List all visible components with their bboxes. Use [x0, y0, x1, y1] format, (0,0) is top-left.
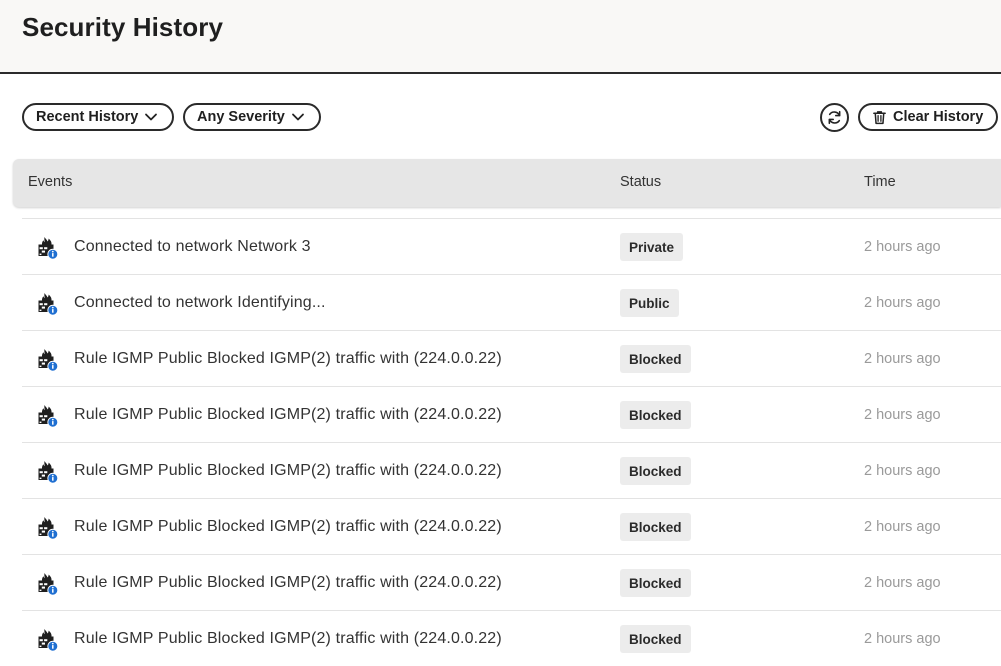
page-title: Security History — [22, 12, 224, 42]
refresh-icon — [828, 110, 841, 125]
severity-dropdown[interactable]: Any Severity — [183, 103, 321, 131]
event-description: Rule IGMP Public Blocked IGMP(2) traffic… — [74, 518, 502, 535]
table-row[interactable]: Rule IGMP Public Blocked IGMP(2) traffic… — [22, 554, 1001, 610]
recent-history-label: Recent History — [36, 109, 139, 125]
status-badge: Blocked — [620, 345, 691, 373]
firewall-info-icon — [38, 349, 59, 372]
event-time: 2 hours ago — [864, 575, 941, 591]
column-header-time[interactable]: Time — [864, 174, 896, 190]
event-description: Rule IGMP Public Blocked IGMP(2) traffic… — [74, 406, 502, 423]
status-badge: Blocked — [620, 569, 691, 597]
events-list: Connected to network Network 3 Private 2… — [22, 218, 1001, 666]
firewall-info-icon — [38, 237, 59, 260]
column-header-events[interactable]: Events — [28, 174, 72, 190]
table-row[interactable]: Rule IGMP Public Blocked IGMP(2) traffic… — [22, 386, 1001, 442]
event-description: Connected to network Identifying... — [74, 294, 326, 311]
table-row[interactable]: Rule IGMP Public Blocked IGMP(2) traffic… — [22, 330, 1001, 386]
event-time: 2 hours ago — [864, 631, 941, 647]
status-badge: Blocked — [620, 625, 691, 653]
event-time: 2 hours ago — [864, 463, 941, 479]
table-row[interactable]: Rule IGMP Public Blocked IGMP(2) traffic… — [22, 610, 1001, 666]
table-row[interactable]: Rule IGMP Public Blocked IGMP(2) traffic… — [22, 442, 1001, 498]
firewall-info-icon — [38, 573, 59, 596]
chevron-down-icon — [145, 113, 158, 121]
firewall-info-icon — [38, 629, 59, 652]
toolbar: Recent History Any Severity Clear Histor… — [0, 103, 1001, 132]
event-time: 2 hours ago — [864, 295, 941, 311]
event-time: 2 hours ago — [864, 351, 941, 367]
status-badge: Public — [620, 289, 679, 317]
firewall-info-icon — [38, 293, 59, 316]
table-row[interactable]: Connected to network Identifying... Publ… — [22, 274, 1001, 330]
status-badge: Private — [620, 233, 684, 261]
page-header: Security History — [0, 0, 1001, 74]
event-description: Rule IGMP Public Blocked IGMP(2) traffic… — [74, 462, 502, 479]
event-description: Connected to network Network 3 — [74, 238, 311, 255]
event-time: 2 hours ago — [864, 519, 941, 535]
table-header: Events Status Time — [13, 159, 1001, 207]
recent-history-dropdown[interactable]: Recent History — [22, 103, 174, 131]
severity-label: Any Severity — [197, 109, 285, 125]
event-description: Rule IGMP Public Blocked IGMP(2) traffic… — [74, 350, 502, 367]
status-badge: Blocked — [620, 457, 691, 485]
event-description: Rule IGMP Public Blocked IGMP(2) traffic… — [74, 574, 502, 591]
firewall-info-icon — [38, 461, 59, 484]
event-time: 2 hours ago — [864, 407, 941, 423]
chevron-down-icon — [291, 113, 304, 121]
status-badge: Blocked — [620, 513, 691, 541]
firewall-info-icon — [38, 517, 59, 540]
column-header-status[interactable]: Status — [620, 174, 661, 190]
refresh-button[interactable] — [820, 103, 849, 132]
trash-icon — [873, 110, 886, 124]
table-row[interactable]: Rule IGMP Public Blocked IGMP(2) traffic… — [22, 498, 1001, 554]
clear-history-label: Clear History — [893, 109, 984, 125]
firewall-info-icon — [38, 405, 59, 428]
status-badge: Blocked — [620, 401, 691, 429]
event-time: 2 hours ago — [864, 239, 941, 255]
clear-history-button[interactable]: Clear History — [858, 103, 998, 131]
table-row[interactable]: Connected to network Network 3 Private 2… — [22, 218, 1001, 274]
event-description: Rule IGMP Public Blocked IGMP(2) traffic… — [74, 630, 502, 647]
